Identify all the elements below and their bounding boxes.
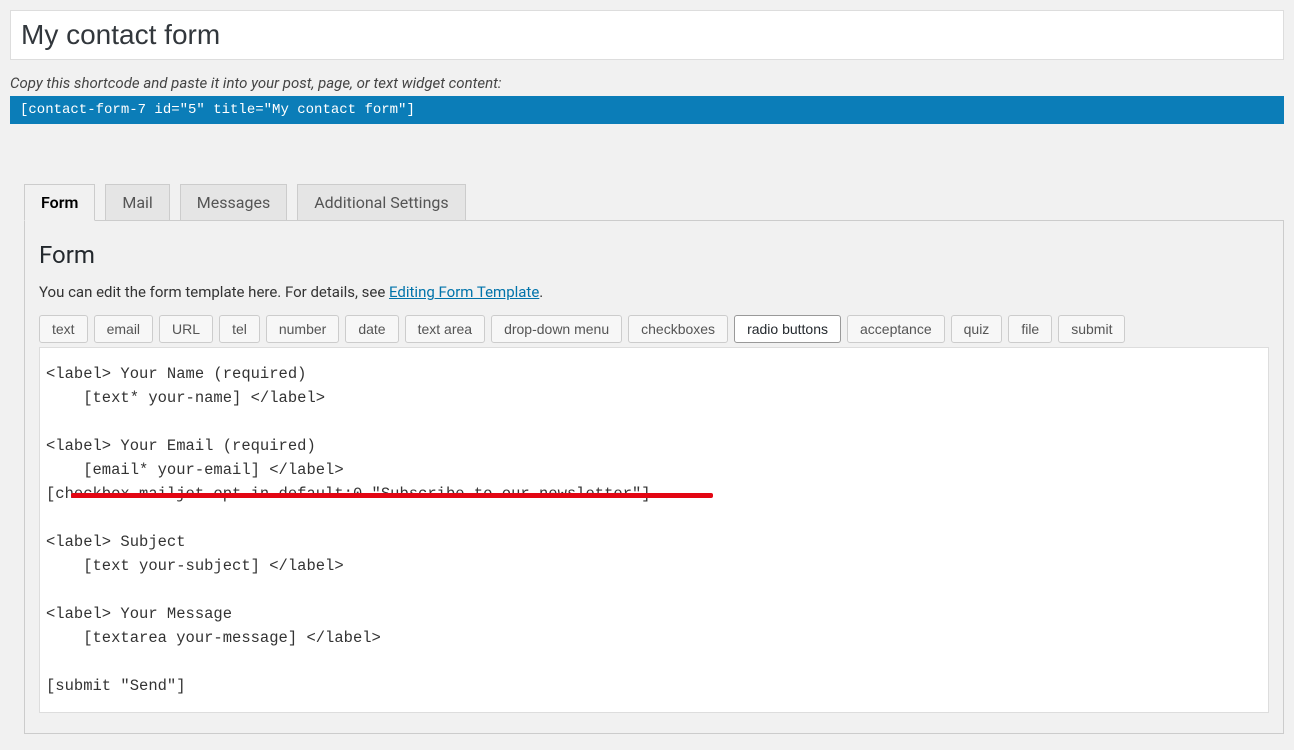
- panel-desc-prefix: You can edit the form template here. For…: [39, 283, 389, 301]
- tag-button-radio-buttons[interactable]: radio buttons: [734, 315, 841, 343]
- tag-button-file[interactable]: file: [1008, 315, 1052, 343]
- tag-button-email[interactable]: email: [94, 315, 153, 343]
- form-template-code[interactable]: <label> Your Name (required) [text* your…: [40, 362, 1268, 698]
- tag-button-url[interactable]: URL: [159, 315, 213, 343]
- tag-button-drop-down-menu[interactable]: drop-down menu: [491, 315, 622, 343]
- tag-button-tel[interactable]: tel: [219, 315, 260, 343]
- tag-button-checkboxes[interactable]: checkboxes: [628, 315, 728, 343]
- tag-button-text-area[interactable]: text area: [405, 315, 485, 343]
- tab-messages[interactable]: Messages: [180, 184, 287, 221]
- tab-form[interactable]: Form: [24, 184, 95, 221]
- tabs: Form Mail Messages Additional Settings: [24, 184, 1284, 221]
- tag-button-quiz[interactable]: quiz: [951, 315, 1003, 343]
- shortcode-bar[interactable]: [10, 96, 1284, 124]
- tab-mail[interactable]: Mail: [105, 184, 169, 221]
- panel-desc-suffix: .: [539, 283, 543, 301]
- tag-buttons: textemailURLtelnumberdatetext areadrop-d…: [39, 315, 1269, 343]
- tab-additional-settings[interactable]: Additional Settings: [297, 184, 465, 221]
- highlight-underline: [71, 493, 713, 498]
- shortcode-section: Copy this shortcode and paste it into yo…: [0, 60, 1294, 124]
- editor-area: Form Mail Messages Additional Settings Form…: [0, 124, 1294, 734]
- tag-button-acceptance[interactable]: acceptance: [847, 315, 945, 343]
- tag-button-date[interactable]: date: [345, 315, 398, 343]
- panel-title: Form: [39, 241, 1269, 269]
- form-template-editor[interactable]: <label> Your Name (required) [text* your…: [39, 347, 1269, 713]
- editing-form-template-link[interactable]: Editing Form Template: [389, 283, 539, 301]
- title-input-wrap: [0, 0, 1294, 60]
- form-panel: Form You can edit the form template here…: [24, 220, 1284, 734]
- tag-button-text[interactable]: text: [39, 315, 88, 343]
- panel-description: You can edit the form template here. For…: [39, 283, 1269, 301]
- shortcode-hint: Copy this shortcode and paste it into yo…: [10, 74, 1284, 92]
- title-input[interactable]: [10, 10, 1284, 60]
- tag-button-submit[interactable]: submit: [1058, 315, 1125, 343]
- tag-button-number[interactable]: number: [266, 315, 339, 343]
